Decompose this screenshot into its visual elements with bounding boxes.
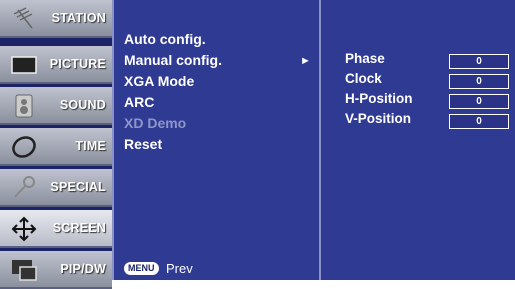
h-position-value-box[interactable]: 0 <box>449 94 509 109</box>
phase-value-box[interactable]: 0 <box>449 54 509 69</box>
submenu-label-phase: Phase <box>345 51 385 66</box>
pip-icon <box>10 257 38 283</box>
sidebar-item-sound[interactable]: SOUND <box>0 87 112 125</box>
sidebar-item-station[interactable]: STATION <box>0 0 112 38</box>
menu-item-xd-demo: XD Demo <box>124 115 187 131</box>
move-arrows-icon <box>10 216 38 242</box>
sidebar-item-pipdw[interactable]: PIP/DW <box>0 251 112 289</box>
sidebar-item-time[interactable]: TIME <box>0 128 112 166</box>
sidebar-item-screen[interactable]: SCREEN <box>0 210 112 248</box>
submenu-label-clock: Clock <box>345 71 382 86</box>
sidebar-item-label: STATION <box>51 11 106 25</box>
menu-item-manual-config[interactable]: Manual config. <box>124 52 222 68</box>
sidebar-item-picture[interactable]: PICTURE <box>0 46 112 84</box>
sidebar-item-label: PICTURE <box>49 57 106 71</box>
antenna-icon <box>10 6 38 32</box>
sidebar-item-label: SPECIAL <box>50 180 106 194</box>
prev-label: Prev <box>166 261 193 276</box>
screen-menu-panel: Auto config. Manual config. ► XGA Mode A… <box>114 0 319 280</box>
osd-window: STATION PICTURE SOUND TIME SPECIAL SCREE… <box>0 0 515 289</box>
sidebar-item-special[interactable]: SPECIAL <box>0 169 112 207</box>
clock-value-box[interactable]: 0 <box>449 74 509 89</box>
submenu-label-v-position: V-Position <box>345 111 412 126</box>
key-icon <box>10 175 38 201</box>
menu-item-reset[interactable]: Reset <box>124 136 162 152</box>
menu-item-auto-config[interactable]: Auto config. <box>124 31 206 47</box>
menu-item-arc[interactable]: ARC <box>124 94 154 110</box>
sidebar-item-label: PIP/DW <box>60 262 106 276</box>
clock-icon <box>10 134 38 160</box>
menu-item-xga-mode[interactable]: XGA Mode <box>124 73 194 89</box>
menu-button-icon: MENU <box>124 262 159 275</box>
submenu-arrow-icon: ► <box>300 55 311 67</box>
sidebar-item-label: SCREEN <box>52 221 106 235</box>
speaker-icon <box>10 93 38 119</box>
manual-config-submenu: Phase 0 Clock 0 H-Position 0 V-Position … <box>321 0 515 280</box>
sidebar: STATION PICTURE SOUND TIME SPECIAL SCREE… <box>0 0 112 289</box>
v-position-value-box[interactable]: 0 <box>449 114 509 129</box>
sidebar-item-label: TIME <box>75 139 106 153</box>
sidebar-item-label: SOUND <box>59 98 106 112</box>
submenu-label-h-position: H-Position <box>345 91 413 106</box>
tv-picture-icon <box>10 52 38 78</box>
